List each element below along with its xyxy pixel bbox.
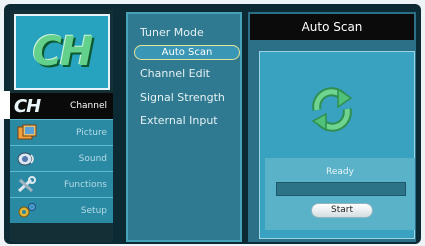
picture-icon [14, 123, 40, 143]
sidebar-item-label: Picture [76, 127, 107, 138]
sidebar-item-label: Sound [78, 153, 107, 164]
menu-item-channel-edit[interactable]: Channel Edit [140, 67, 210, 80]
gears-icon [14, 201, 40, 221]
start-button[interactable]: Start [311, 203, 373, 218]
tools-icon [14, 175, 40, 195]
speaker-icon [14, 149, 40, 169]
sidebar-item-setup[interactable]: Setup [10, 197, 113, 223]
menu-item-auto-scan[interactable]: Auto Scan [134, 45, 240, 60]
menu-item-external-input[interactable]: External Input [140, 114, 218, 127]
sidebar-item-functions[interactable]: Functions [10, 171, 113, 197]
channel-logo-box: CH [14, 14, 110, 90]
scan-progress-bar [276, 182, 406, 196]
menu-item-signal-strength[interactable]: Signal Strength [140, 91, 225, 104]
sidebar-item-picture[interactable]: Picture [10, 119, 113, 145]
panel-title: Auto Scan [250, 14, 414, 40]
sidebar-item-sound[interactable]: Sound [10, 145, 113, 171]
sidebar-item-channel[interactable]: CH Channel [10, 93, 113, 119]
status-text: Ready [326, 167, 354, 177]
refresh-icon [305, 82, 359, 136]
sidebar-item-label: Channel [70, 101, 107, 111]
sidebar-item-label: Setup [80, 205, 107, 216]
menu-item-tuner-mode[interactable]: Tuner Mode [140, 26, 204, 39]
ch-logo: CH [32, 29, 94, 75]
ch-logo-icon: CH [13, 95, 41, 117]
sidebar-item-label: Functions [64, 179, 107, 190]
